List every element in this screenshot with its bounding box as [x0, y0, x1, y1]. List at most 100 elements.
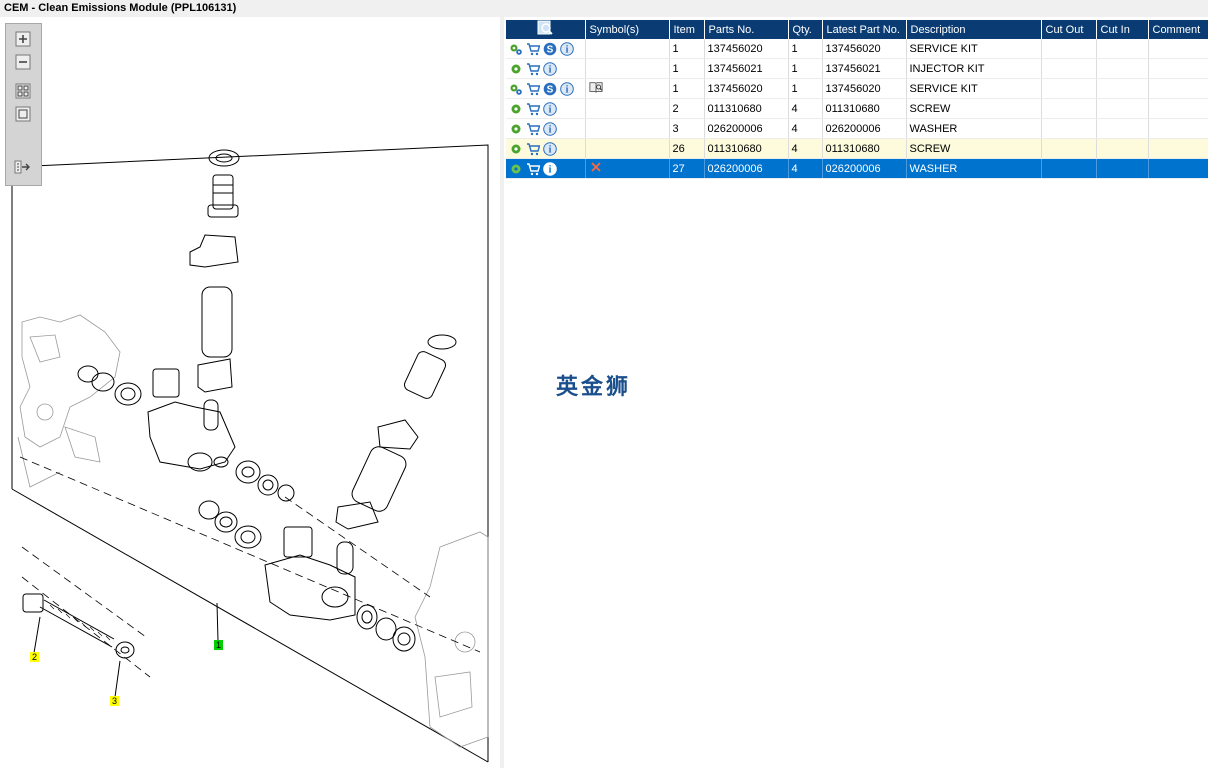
header-comment[interactable]: Comment — [1148, 20, 1208, 39]
actual-size-icon[interactable] — [14, 106, 32, 122]
cell-cut-in — [1096, 158, 1149, 179]
zoom-out-icon[interactable] — [14, 54, 32, 70]
gear-icon[interactable] — [509, 162, 523, 176]
svg-text:i: i — [566, 84, 569, 95]
table-row[interactable]: i 2 011310680 4 011310680 SCREW — [506, 98, 1208, 119]
cell-comment — [1148, 39, 1208, 59]
info-icon[interactable]: i — [543, 121, 557, 136]
cart-icon[interactable] — [526, 42, 540, 56]
svg-text:i: i — [549, 104, 552, 115]
cell-cut-in — [1096, 39, 1149, 59]
cell-cut-out — [1041, 58, 1097, 79]
cell-latest-part-no: 026200006 — [822, 158, 907, 179]
parts-table: Symbol(s) Item Parts No. Qty. Latest Par… — [506, 20, 1208, 179]
cell-qty: 1 — [788, 58, 823, 79]
window-title: CEM - Clean Emissions Module (PPL106131) — [0, 0, 1208, 17]
cell-item: 1 — [669, 58, 705, 79]
cell-cut-in — [1096, 138, 1149, 159]
fit-icon[interactable] — [14, 83, 32, 99]
zoom-toolbar — [5, 23, 42, 186]
cell-parts-no: 026200006 — [704, 158, 789, 179]
cart-icon[interactable] — [526, 62, 540, 76]
row-icons: i — [506, 158, 586, 179]
cell-item: 26 — [669, 138, 705, 159]
table-row[interactable]: S i 1 137456020 1 137456020 SERVICE KIT — [506, 39, 1208, 59]
service-s-icon[interactable]: S — [543, 82, 557, 96]
gear-icon[interactable] — [509, 102, 523, 116]
table-row-selected[interactable]: i 27 026200006 4 026200006 WASHER — [506, 158, 1208, 179]
table-row[interactable]: S i 1 137456020 1 137456020 SERVICE KIT — [506, 78, 1208, 99]
cell-comment — [1148, 58, 1208, 79]
gear-icon[interactable] — [509, 42, 523, 56]
callout-item-3[interactable]: 3 — [110, 696, 120, 706]
info-icon[interactable]: i — [543, 61, 557, 76]
cell-comment — [1148, 158, 1208, 179]
header-cut-in[interactable]: Cut In — [1096, 20, 1149, 39]
cart-icon[interactable] — [526, 102, 540, 116]
gear-icon[interactable] — [509, 122, 523, 136]
header-symbols[interactable]: Symbol(s) — [585, 20, 670, 39]
cell-description: SERVICE KIT — [906, 78, 1042, 99]
row-symbols — [585, 118, 670, 139]
cell-description: SCREW — [906, 98, 1042, 119]
cell-description: INJECTOR KIT — [906, 58, 1042, 79]
close-x-icon[interactable] — [589, 160, 603, 174]
diagram-pane[interactable]: 1 2 3 — [0, 17, 500, 768]
row-icons: i — [506, 98, 586, 119]
cell-latest-part-no: 137456020 — [822, 78, 907, 99]
info-icon[interactable]: i — [560, 81, 574, 96]
header-parts-no[interactable]: Parts No. — [704, 20, 789, 39]
gear-icon[interactable] — [509, 142, 523, 156]
service-s-icon[interactable]: S — [543, 42, 557, 56]
cart-icon[interactable] — [526, 82, 540, 96]
cell-comment — [1148, 98, 1208, 119]
cell-cut-out — [1041, 118, 1097, 139]
cell-description: WASHER — [906, 158, 1042, 179]
header-cut-out[interactable]: Cut Out — [1041, 20, 1097, 39]
header-icons[interactable] — [506, 20, 586, 39]
row-icons: S i — [506, 78, 586, 99]
zoom-in-icon[interactable] — [14, 31, 32, 47]
cart-icon[interactable] — [526, 142, 540, 156]
info-icon[interactable]: i — [560, 41, 574, 56]
cart-icon[interactable] — [526, 122, 540, 136]
header-qty[interactable]: Qty. — [788, 20, 823, 39]
cell-comment — [1148, 78, 1208, 99]
table-row[interactable]: i 1 137456021 1 137456021 INJECTOR KIT — [506, 58, 1208, 79]
header-description[interactable]: Description — [906, 20, 1042, 39]
gear-icon[interactable] — [509, 82, 523, 96]
parts-list-pane: Symbol(s) Item Parts No. Qty. Latest Par… — [504, 17, 1208, 768]
cell-parts-no: 026200006 — [704, 118, 789, 139]
table-row[interactable]: i 3 026200006 4 026200006 WASHER — [506, 118, 1208, 139]
header-item[interactable]: Item — [669, 20, 705, 39]
cell-item: 2 — [669, 98, 705, 119]
cell-parts-no: 011310680 — [704, 98, 789, 119]
cell-cut-in — [1096, 58, 1149, 79]
cell-cut-in — [1096, 78, 1149, 99]
cell-qty: 1 — [788, 78, 823, 99]
svg-text:i: i — [549, 144, 552, 155]
cell-item: 27 — [669, 158, 705, 179]
table-row[interactable]: i 26 011310680 4 011310680 SCREW — [506, 138, 1208, 159]
row-icons: i — [506, 58, 586, 79]
row-symbols — [585, 39, 670, 59]
gear-icon[interactable] — [509, 62, 523, 76]
cart-icon[interactable] — [526, 162, 540, 176]
search-table-icon[interactable] — [537, 20, 553, 36]
row-icons: S i — [506, 39, 586, 59]
callout-item-2[interactable]: 2 — [30, 652, 40, 662]
row-symbols — [585, 58, 670, 79]
cell-qty: 1 — [788, 39, 823, 59]
export-icon[interactable] — [14, 159, 32, 175]
book-icon[interactable] — [588, 80, 603, 94]
table-header-row: Symbol(s) Item Parts No. Qty. Latest Par… — [506, 20, 1208, 39]
cell-qty: 4 — [788, 98, 823, 119]
callout-item-1[interactable]: 1 — [214, 640, 224, 650]
row-icons: i — [506, 138, 586, 159]
cell-qty: 4 — [788, 118, 823, 139]
info-icon[interactable]: i — [543, 101, 557, 116]
info-icon[interactable]: i — [543, 161, 557, 176]
info-icon[interactable]: i — [543, 141, 557, 156]
cell-qty: 4 — [788, 158, 823, 179]
header-latest-part-no[interactable]: Latest Part No. — [822, 20, 907, 39]
